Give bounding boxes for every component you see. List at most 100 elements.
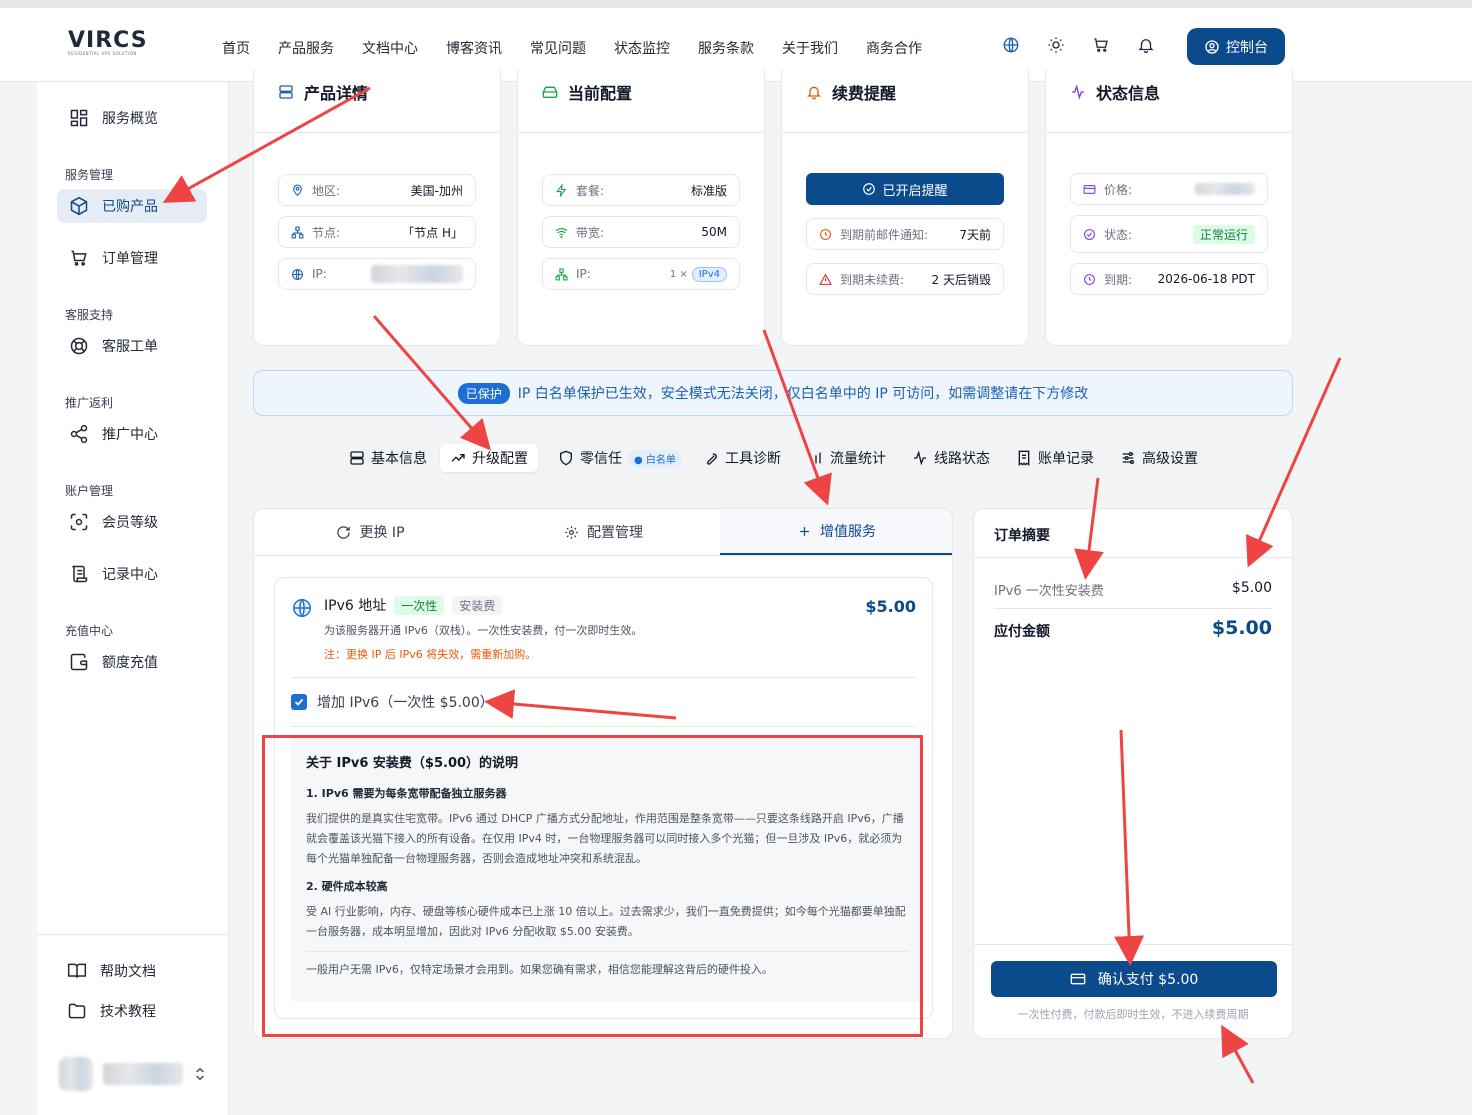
cart-icon [71,250,87,266]
bandwidth-field: 带宽: 50M [542,216,740,248]
server-icon [350,451,364,465]
globe-icon[interactable] [1002,36,1020,54]
box-icon [70,196,88,216]
nav-home[interactable]: 首页 [222,38,250,58]
sidebar-item-orders[interactable]: 订单管理 [57,241,207,275]
bell-icon[interactable] [1137,36,1155,54]
sidebar-group-promo: 推广返利 [65,396,114,410]
tab-label: 账单记录 [1038,451,1094,467]
field-label: 套餐: [576,183,605,198]
card-divider [518,132,764,133]
reminder-enabled-button[interactable]: 已开启提醒 [806,173,1004,205]
state-field: 状态: 正常运行 [1070,215,1268,253]
tab-traffic[interactable]: 流量统计 [798,444,896,472]
summary-item-value: $5.00 [1231,580,1272,596]
tab-label: 流量统计 [830,451,886,467]
field-label: 带宽: [576,225,605,240]
sidebar-label: 帮助文档 [100,964,156,980]
tab-route-status[interactable]: 线路状态 [902,444,1000,472]
sidebar-label: 客服工单 [102,339,158,355]
field-label: 状态: [1104,227,1133,242]
card-title-text: 产品详情 [304,84,369,103]
sidebar-item-quota-recharge[interactable]: 额度充值 [57,645,207,679]
nav-terms[interactable]: 服务条款 [698,38,754,58]
subtab-change-ip[interactable]: 更换 IP [254,509,487,555]
renewal-reminder-card: 续费提醒 已开启提醒 到期前邮件通知: 7天前 到期未续费: 2 天后销毁 [781,70,1029,346]
sidebar-item-records[interactable]: 记录中心 [57,557,207,591]
ipv6-description: 为该服务器开通 IPv6（双栈）。一次性安装费，付一次即时生效。 [324,624,643,637]
field-label: 到期前邮件通知: [840,227,929,242]
sidebar-item-promo-center[interactable]: 推广中心 [57,417,207,451]
tab-zero-trust[interactable]: 零信任 ● 白名单 [548,444,692,472]
check-circle-icon [863,183,876,195]
field-value: 标准版 [690,183,727,198]
folder-icon [68,1003,86,1019]
current-config-card: 当前配置 套餐: 标准版 带宽: 50M IP: 1 × IPv4 [517,70,765,346]
tab-advanced[interactable]: 高级设置 [1110,444,1208,472]
tab-upgrade[interactable]: 升级配置 [440,444,538,472]
email-notify-field: 到期前邮件通知: 7天前 [806,218,1004,250]
sidebar-item-help-docs[interactable]: 帮助文档 [55,954,205,988]
field-value: 50M [701,225,727,239]
console-button[interactable]: 控制台 [1187,28,1285,65]
map-pin-icon [293,184,302,196]
price-field: 价格: [1070,173,1268,205]
nav-about[interactable]: 关于我们 [782,38,838,58]
subtab-config[interactable]: 配置管理 [487,509,720,555]
nav-status[interactable]: 状态监控 [614,38,670,58]
wifi-icon [555,227,568,238]
sidebar-item-tutorials[interactable]: 技术教程 [55,994,205,1028]
sidebar-item-purchased[interactable]: 已购产品 [57,189,207,223]
add-ipv6-checkbox[interactable] [291,694,307,710]
nav-docs[interactable]: 文档中心 [362,38,418,58]
ip-field: IP: [278,258,476,290]
card-title: 续费提醒 [806,79,896,105]
clock-icon [1084,273,1095,285]
card-title: 产品详情 [278,79,368,105]
tab-tools[interactable]: 工具诊断 [693,444,791,472]
bar-chart-icon [811,452,821,464]
tab-label: 升级配置 [472,451,528,467]
site-logo[interactable]: VIRCS RESIDENTIAL VPS SOLUTION [68,28,154,64]
sidebar-item-overview[interactable]: 服务概览 [57,101,207,135]
scan-face-icon [70,513,88,531]
summary-total-label: 应付金额 [994,624,1050,640]
subtab-label: 配置管理 [587,525,643,541]
hard-drive-icon [542,86,558,98]
user-menu[interactable] [59,1057,209,1093]
button-label: 确认支付 $5.00 [1097,972,1199,988]
sidebar-item-tickets[interactable]: 客服工单 [57,329,207,363]
sun-icon[interactable] [1047,36,1065,54]
confirm-pay-button[interactable]: 确认支付 $5.00 [991,961,1277,997]
subtab-addon[interactable]: 增值服务 [720,509,952,555]
nav-products[interactable]: 产品服务 [278,38,334,58]
sidebar-item-member-level[interactable]: 会员等级 [57,505,207,539]
credit-card-icon [1070,973,1086,985]
nav-faq[interactable]: 常见问题 [530,38,586,58]
cart-icon[interactable] [1092,36,1110,54]
divider [291,677,916,678]
share-icon [70,424,88,444]
divider [974,944,1292,945]
field-value: 2026-06-18 PDT [1157,272,1255,286]
status-info-card: 状态信息 价格: 状态: 正常运行 到期: 2026-06-18 PDT [1045,70,1293,346]
tab-basic-info[interactable]: 基本信息 [339,444,437,472]
install-fee-tag: 安装费 [452,595,503,615]
tab-billing[interactable]: 账单记录 [1006,444,1104,472]
ip-type-badge: IPv4 [691,266,727,282]
nav-blog[interactable]: 博客资讯 [446,38,502,58]
field-label: 节点: [312,225,341,240]
activity-icon [914,450,926,466]
activity-icon [1072,84,1084,100]
nav-business[interactable]: 商务合作 [866,38,922,58]
refresh-icon [337,525,351,539]
shield-icon [560,450,572,466]
summary-item-label: IPv6 一次性安装费 [994,584,1104,599]
order-summary-card: 订单摘要 IPv6 一次性安装费 $5.00 应付金额 $5.00 确认支付 $… [973,508,1293,1039]
divider [974,557,1292,558]
wallet-icon [70,653,88,671]
zap-icon [556,183,567,197]
credit-card-icon [1083,184,1096,194]
ipv6-warning: 注：更换 IP 后 IPv6 将失效，需重新加购。 [324,648,537,661]
add-ipv6-checkbox-row[interactable]: 增加 IPv6（一次性 $5.00） [291,692,494,712]
